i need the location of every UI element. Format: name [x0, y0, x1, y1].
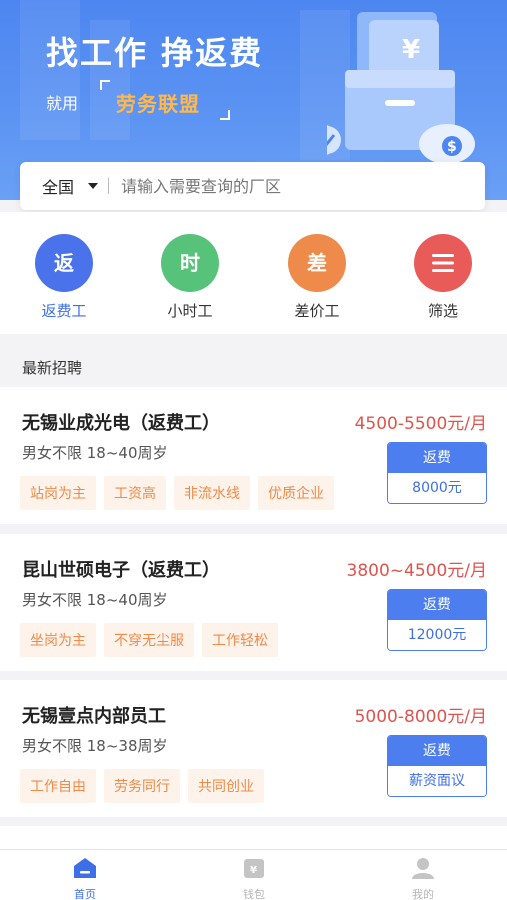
rebate-value: 薪资面议: [388, 766, 486, 796]
wallet-icon: ¥: [244, 859, 264, 878]
rebate-label: 返费: [388, 443, 486, 473]
job-requirements: 男女不限 18~40周岁: [22, 444, 168, 462]
svg-text:$: $: [447, 139, 457, 155]
job-requirements: 男女不限 18~40周岁: [22, 591, 168, 609]
search-input[interactable]: [121, 176, 442, 196]
category-grid: 返 返费工 时 小时工 差 差价工 筛选: [0, 212, 507, 334]
category-label: 差价工: [294, 302, 340, 320]
job-title: 昆山世硕电子（返费工）: [22, 560, 220, 581]
job-salary: 4500-5500元/月: [354, 414, 487, 434]
category-margin-work[interactable]: 差 差价工: [267, 234, 367, 321]
job-tags: 站岗为主 工资高 非流水线 优质企业: [20, 476, 334, 510]
search-divider: [108, 178, 110, 194]
bottom-tab-bar: 首页 ¥ 钱包 我的: [0, 849, 507, 900]
category-label: 筛选: [427, 302, 458, 320]
job-requirements: 男女不限 18~38周岁: [22, 737, 168, 755]
tab-label: 首页: [74, 888, 96, 900]
tab-label: 钱包: [243, 888, 265, 900]
job-tag: 劳务同行: [104, 769, 180, 803]
category-hourly-work[interactable]: 时 小时工: [140, 234, 240, 321]
tab-wallet[interactable]: ¥ 钱包: [214, 856, 294, 900]
rebate-label: 返费: [388, 736, 486, 766]
rebate-badge: 返费 12000元: [387, 589, 487, 651]
rebate-value: 12000元: [388, 620, 486, 650]
job-card[interactable]: 无锡业成光电（返费工） 4500-5500元/月 男女不限 18~40周岁 站岗…: [0, 387, 507, 524]
job-tags: 坐岗为主 不穿无尘服 工作轻松: [20, 623, 278, 657]
job-tag: 共同创业: [188, 769, 264, 803]
profile-icon: [412, 858, 434, 879]
region-select[interactable]: 全国: [42, 174, 74, 198]
job-tags: 工作自由 劳务同行 共同创业: [20, 769, 264, 803]
job-salary: 3800~4500元/月: [346, 561, 488, 581]
chevron-down-icon[interactable]: [88, 183, 99, 189]
banner-sub-prefix: 就用: [46, 94, 79, 113]
job-tag: 优质企业: [258, 476, 334, 510]
menu-icon: [414, 234, 472, 292]
job-card-peek: [0, 826, 507, 850]
svg-text:¥: ¥: [402, 35, 420, 65]
search-bar: 全国: [20, 162, 485, 210]
category-label: 返费工: [41, 302, 87, 320]
svg-text:¥: ¥: [250, 865, 257, 876]
section-title: 最新招聘: [22, 359, 83, 377]
category-label: 小时工: [167, 302, 213, 320]
hourly-icon: 时: [161, 234, 219, 292]
tab-home[interactable]: 首页: [45, 856, 125, 900]
job-tag: 工作轻松: [202, 623, 278, 657]
job-title: 无锡壹点内部员工: [22, 706, 166, 727]
category-rebate-work[interactable]: 返 返费工: [14, 234, 114, 321]
job-card[interactable]: 昆山世硕电子（返费工） 3800~4500元/月 男女不限 18~40周岁 坐岗…: [0, 534, 507, 671]
job-card[interactable]: 无锡壹点内部员工 5000-8000元/月 男女不限 18~38周岁 工作自由 …: [0, 680, 507, 817]
rebate-badge: 返费 8000元: [387, 442, 487, 504]
rebate-badge: 返费 薪资面议: [387, 735, 487, 797]
tab-profile[interactable]: 我的: [383, 856, 463, 900]
job-tag: 不穿无尘服: [104, 623, 194, 657]
banner-brand-frame: 劳务联盟: [100, 80, 230, 120]
job-tag: 工资高: [104, 476, 166, 510]
banner-brand: 劳务联盟: [116, 92, 200, 116]
job-tag: 站岗为主: [20, 476, 96, 510]
job-title: 无锡业成光电（返费工）: [22, 413, 220, 434]
job-tag: 坐岗为主: [20, 623, 96, 657]
category-filter[interactable]: 筛选: [393, 234, 493, 321]
rebate-icon: 返: [35, 234, 93, 292]
job-tag: 工作自由: [20, 769, 96, 803]
money-box-illustration: ¥ $: [327, 12, 475, 164]
tab-label: 我的: [412, 888, 434, 900]
banner-slogan: 找工作 挣返费: [46, 34, 264, 72]
margin-icon: 差: [288, 234, 346, 292]
home-icon: [74, 858, 96, 878]
job-salary: 5000-8000元/月: [354, 707, 487, 727]
rebate-label: 返费: [388, 590, 486, 620]
job-tag: 非流水线: [174, 476, 250, 510]
rebate-value: 8000元: [388, 473, 486, 503]
